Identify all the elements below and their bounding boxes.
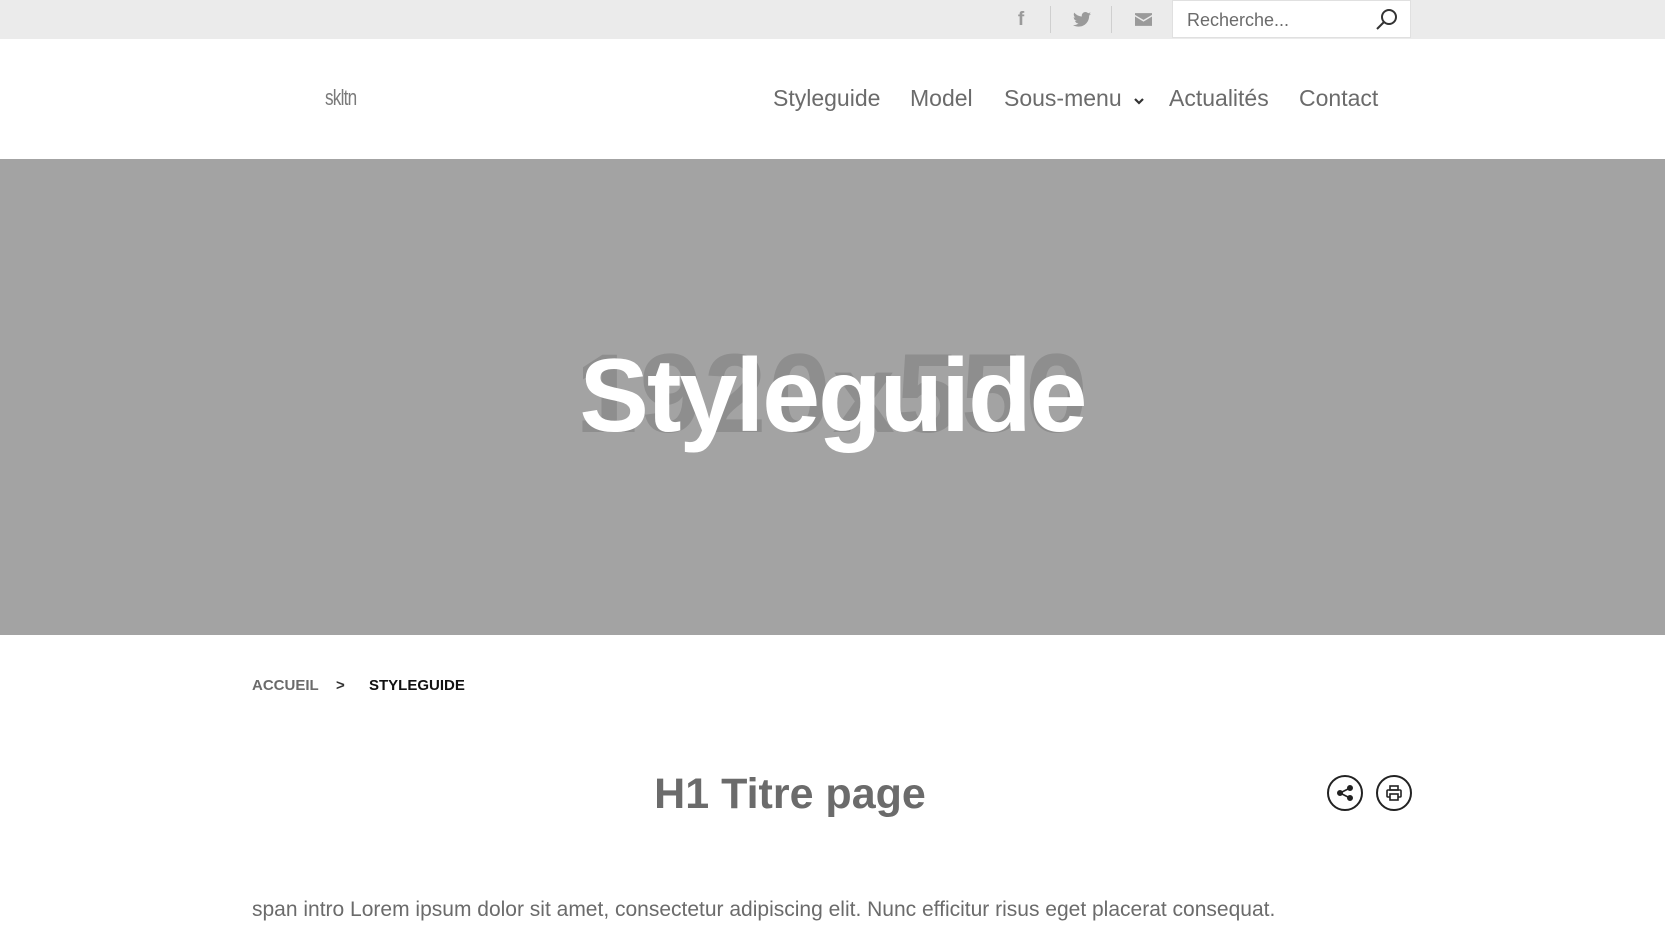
search-input[interactable] [1187, 7, 1367, 33]
twitter-link[interactable] [1052, 0, 1112, 39]
site-logo[interactable]: skltn [325, 85, 357, 111]
facebook-link[interactable]: f [991, 0, 1051, 39]
nav-item-model[interactable]: Model [910, 85, 973, 117]
share-button[interactable] [1327, 775, 1363, 811]
search-box [1172, 0, 1411, 38]
nav-item-styleguide[interactable]: Styleguide [773, 85, 880, 117]
twitter-icon [1073, 12, 1091, 27]
divider [1111, 6, 1112, 33]
breadcrumb-separator: > [336, 677, 345, 694]
divider [1050, 6, 1051, 33]
site-header: skltn Styleguide Model Sous-menu Actuali… [0, 39, 1665, 159]
search-icon [1376, 9, 1397, 30]
nav-item-actualites[interactable]: Actualités [1169, 85, 1269, 117]
breadcrumb-home[interactable]: ACCUEIL [252, 677, 319, 694]
mail-link[interactable] [1113, 0, 1173, 39]
mail-icon [1134, 13, 1152, 26]
search-button[interactable] [1374, 7, 1400, 33]
facebook-icon: f [1017, 8, 1025, 30]
share-icon [1336, 784, 1354, 802]
breadcrumb-current: STYLEGUIDE [369, 677, 465, 694]
intro-paragraph: span intro Lorem ipsum dolor sit amet, c… [252, 898, 1276, 921]
top-utility-bar: f [0, 0, 1665, 39]
print-icon [1386, 785, 1402, 801]
chevron-down-icon[interactable] [1132, 94, 1146, 108]
nav-item-contact[interactable]: Contact [1299, 85, 1378, 117]
print-button[interactable] [1376, 775, 1412, 811]
hero-title: Styleguide [579, 338, 1088, 454]
hero-banner: 1920x550 Styleguide [0, 159, 1665, 635]
nav-item-sous-menu[interactable]: Sous-menu [1004, 85, 1122, 117]
